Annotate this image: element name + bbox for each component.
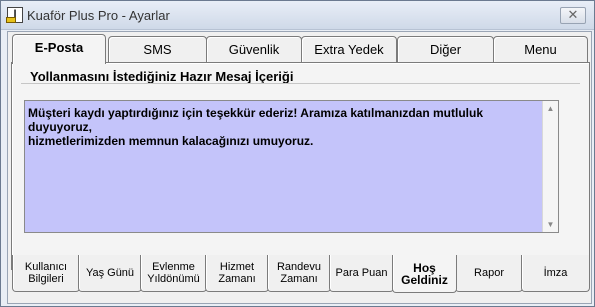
tab-sms[interactable]: SMS — [108, 36, 207, 63]
vertical-scrollbar[interactable]: ▲ ▼ — [542, 101, 558, 232]
tab-para-puan[interactable]: Para Puan — [329, 255, 394, 292]
settings-window: I Kuaför Plus Pro - Ayarlar ✕ E-Posta SM… — [0, 0, 595, 307]
message-textarea[interactable]: Müşteri kaydı yaptırdığınız için teşekkü… — [24, 100, 559, 233]
tab-rapor[interactable]: Rapor — [455, 255, 523, 292]
tab-extra-yedek[interactable]: Extra Yedek — [301, 36, 397, 63]
tab-evlenme-yildonumu[interactable]: Evlenme Yıldönümü — [140, 255, 207, 292]
scroll-down-icon[interactable]: ▼ — [543, 217, 558, 232]
title-bar: I Kuaför Plus Pro - Ayarlar ✕ — [1, 1, 594, 30]
group-divider — [21, 83, 580, 84]
scroll-up-icon[interactable]: ▲ — [543, 101, 558, 116]
close-button[interactable]: ✕ — [560, 7, 586, 24]
tab-guvenlik[interactable]: Güvenlik — [206, 36, 302, 63]
tab-hos-geldiniz[interactable]: Hoş Geldiniz — [392, 255, 457, 293]
tab-diger[interactable]: Diğer — [397, 36, 494, 63]
tab-yas-gunu[interactable]: Yaş Günü — [78, 255, 142, 292]
settings-panel: E-Posta SMS Güvenlik Extra Yedek Diğer M… — [7, 31, 592, 304]
tab-menu[interactable]: Menu — [493, 36, 588, 63]
tab-randevu-zamani[interactable]: Randevu Zamanı — [267, 255, 331, 292]
tab-e-posta[interactable]: E-Posta — [12, 34, 106, 64]
tab-hizmet-zamani[interactable]: Hizmet Zamanı — [205, 255, 269, 292]
app-icon: I — [6, 7, 23, 23]
tab-kullanici-bilgileri[interactable]: Kullanıcı Bilgileri — [12, 255, 80, 292]
tab-imza[interactable]: İmza — [521, 255, 590, 292]
message-content[interactable]: Müşteri kaydı yaptırdığınız için teşekkü… — [28, 106, 543, 148]
window-title: Kuaför Plus Pro - Ayarlar — [27, 8, 170, 23]
group-title: Yollanmasını İstediğiniz Hazır Mesaj İçe… — [30, 69, 294, 84]
